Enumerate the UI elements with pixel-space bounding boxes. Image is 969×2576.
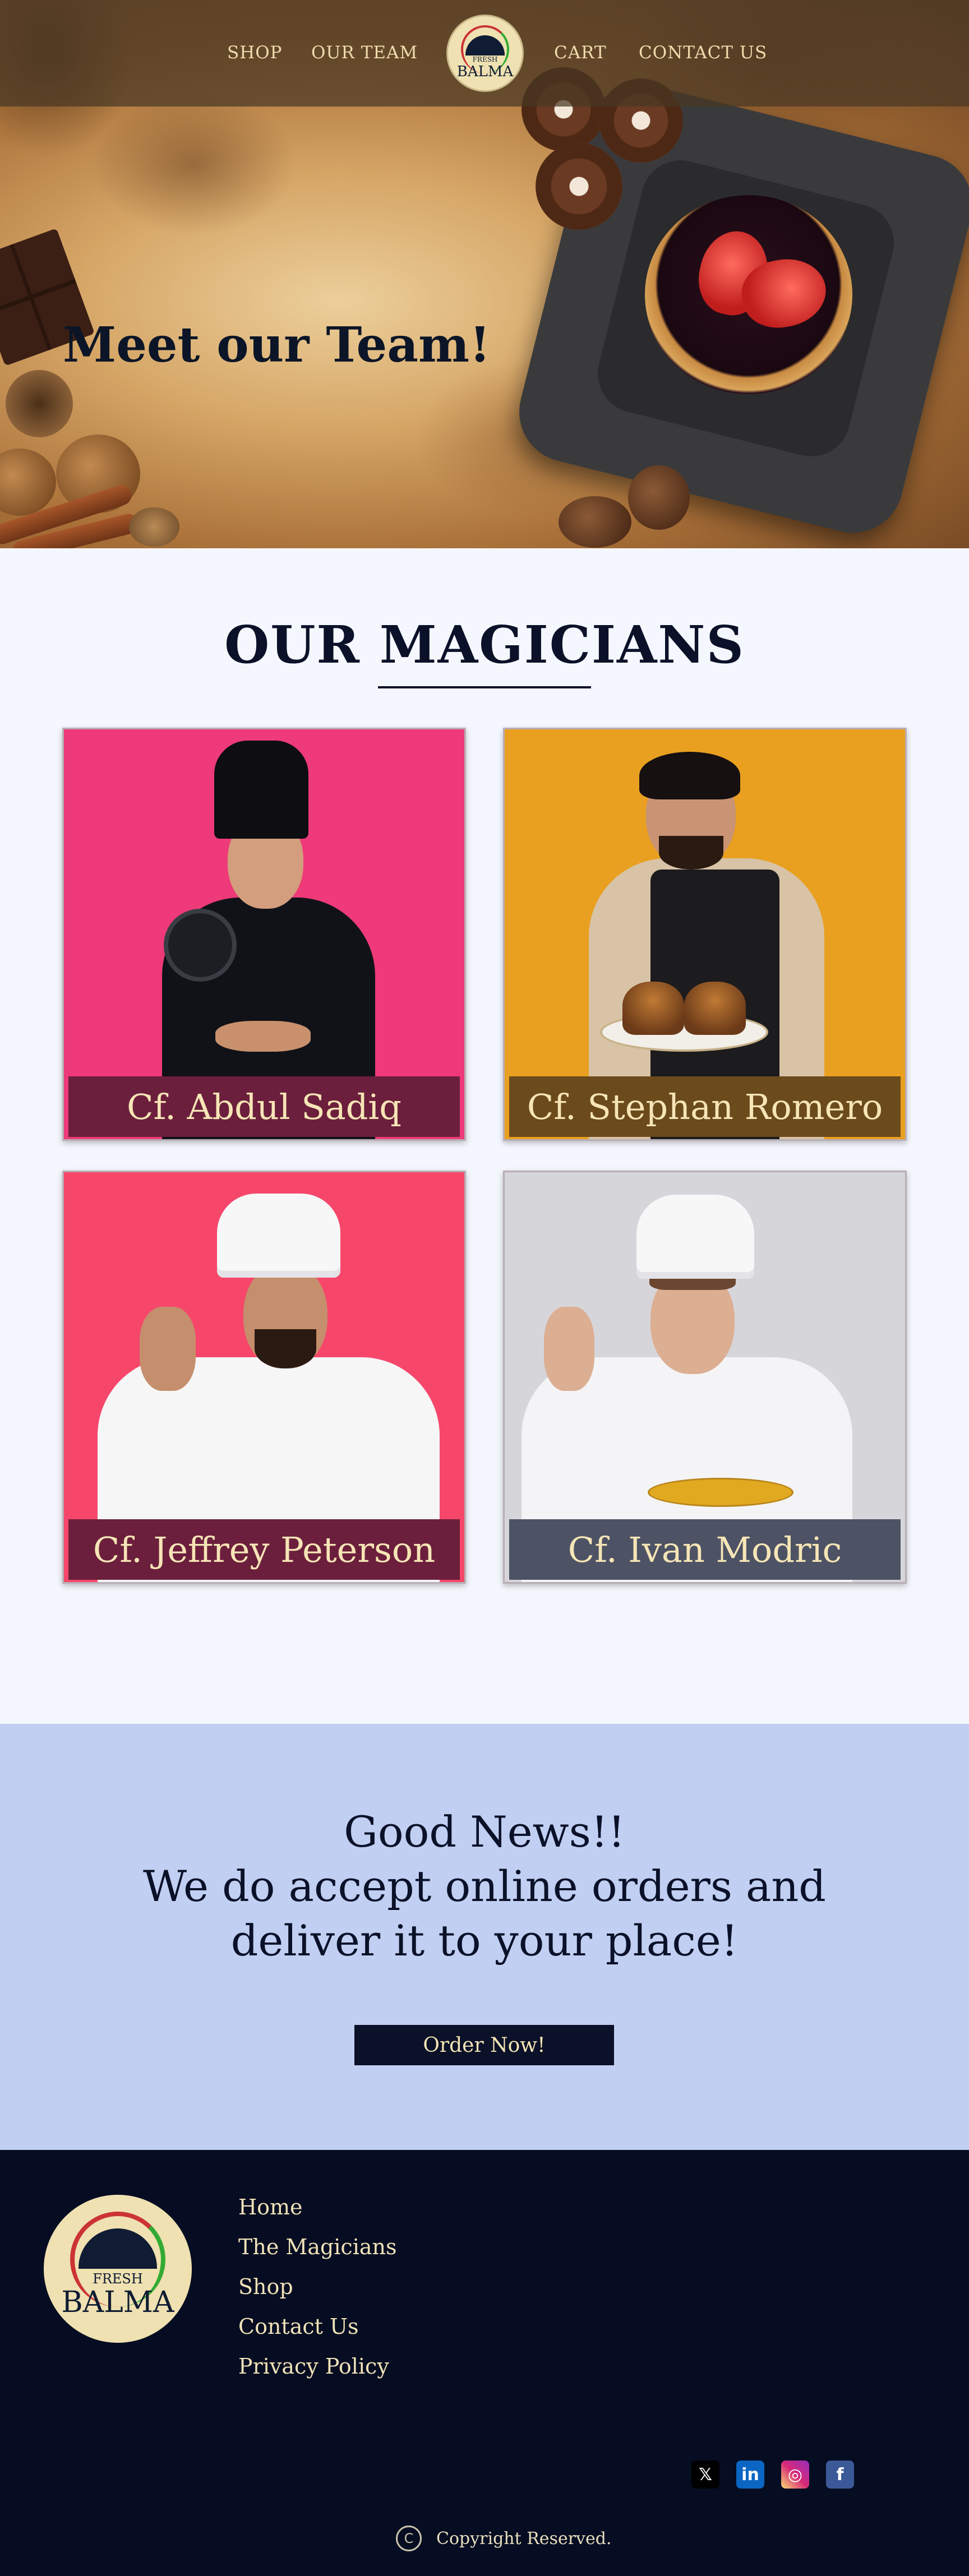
logo-main-text: BALMA bbox=[61, 2286, 174, 2319]
chef-card[interactable]: Cf. Stephan Romero bbox=[503, 728, 907, 1141]
news-text-line: We do accept online orders and bbox=[143, 1861, 826, 1911]
title-underline bbox=[378, 686, 591, 688]
section-title: OUR MAGICIANS bbox=[224, 614, 745, 675]
news-text-line: deliver it to your place! bbox=[230, 1916, 739, 1965]
footer-link-home[interactable]: Home bbox=[238, 2195, 303, 2219]
top-navbar: SHOP OUR TEAM FRESH BALMA CART CONTACT U… bbox=[0, 0, 969, 107]
copyright-icon: C bbox=[396, 2526, 422, 2551]
footer-logo[interactable]: FRESH BALMA bbox=[44, 2195, 192, 2343]
footer-link-magicians[interactable]: The Magicians bbox=[238, 2235, 397, 2259]
nav-link-shop[interactable]: SHOP bbox=[227, 43, 283, 63]
x-icon[interactable]: 𝕏 bbox=[691, 2461, 719, 2489]
chef-card[interactable]: Cf. Ivan Modric bbox=[503, 1171, 907, 1584]
logo-top-text: FRESH bbox=[472, 56, 498, 63]
nav-link-contact-us[interactable]: CONTACT US bbox=[639, 43, 767, 63]
nut-decoration bbox=[6, 370, 73, 437]
magicians-section: OUR MAGICIANS Cf. Abdul Sadiq Cf. Stepha… bbox=[0, 548, 969, 1724]
chef-name-label: Cf. Ivan Modric bbox=[509, 1519, 901, 1580]
nav-link-cart[interactable]: CART bbox=[554, 43, 607, 63]
site-footer: FRESH BALMA Home The Magicians Shop Cont… bbox=[0, 2150, 969, 2576]
hazelnut-decoration bbox=[628, 465, 690, 530]
copyright-text: Copyright Reserved. bbox=[436, 2529, 612, 2549]
footer-link-contact-us[interactable]: Contact Us bbox=[238, 2314, 359, 2339]
chef-card[interactable]: Cf. Jeffrey Peterson bbox=[62, 1171, 466, 1584]
logo-main-text: BALMA bbox=[456, 63, 514, 80]
walnut-half-decoration bbox=[129, 507, 179, 547]
nav-link-our-team[interactable]: OUR TEAM bbox=[311, 43, 418, 63]
online-orders-banner: Good News!! We do accept online orders a… bbox=[0, 1724, 969, 2150]
news-headline: Good News!! bbox=[344, 1807, 625, 1857]
instagram-icon[interactable]: ◎ bbox=[781, 2461, 809, 2489]
hazelnut-decoration bbox=[559, 496, 631, 548]
footer-link-shop[interactable]: Shop bbox=[238, 2274, 293, 2299]
footer-link-privacy-policy[interactable]: Privacy Policy bbox=[238, 2354, 389, 2379]
yellow-plate bbox=[648, 1478, 793, 1507]
frying-pan bbox=[164, 909, 237, 982]
brand-logo[interactable]: FRESH BALMA bbox=[446, 15, 524, 92]
chef-name-label: Cf. Jeffrey Peterson bbox=[68, 1519, 460, 1580]
logo-top-text: FRESH bbox=[93, 2271, 143, 2287]
chef-name-label: Cf. Stephan Romero bbox=[509, 1076, 901, 1137]
order-now-button[interactable]: Order Now! bbox=[354, 2025, 614, 2065]
cookie-decoration bbox=[536, 143, 622, 230]
linkedin-icon[interactable]: in bbox=[736, 2461, 764, 2489]
facebook-icon[interactable]: f bbox=[826, 2461, 854, 2489]
chef-card[interactable]: Cf. Abdul Sadiq bbox=[62, 728, 466, 1141]
hero-banner: SHOP OUR TEAM FRESH BALMA CART CONTACT U… bbox=[0, 0, 969, 548]
hero-title: Meet our Team! bbox=[63, 317, 491, 373]
chef-name-label: Cf. Abdul Sadiq bbox=[68, 1076, 460, 1137]
